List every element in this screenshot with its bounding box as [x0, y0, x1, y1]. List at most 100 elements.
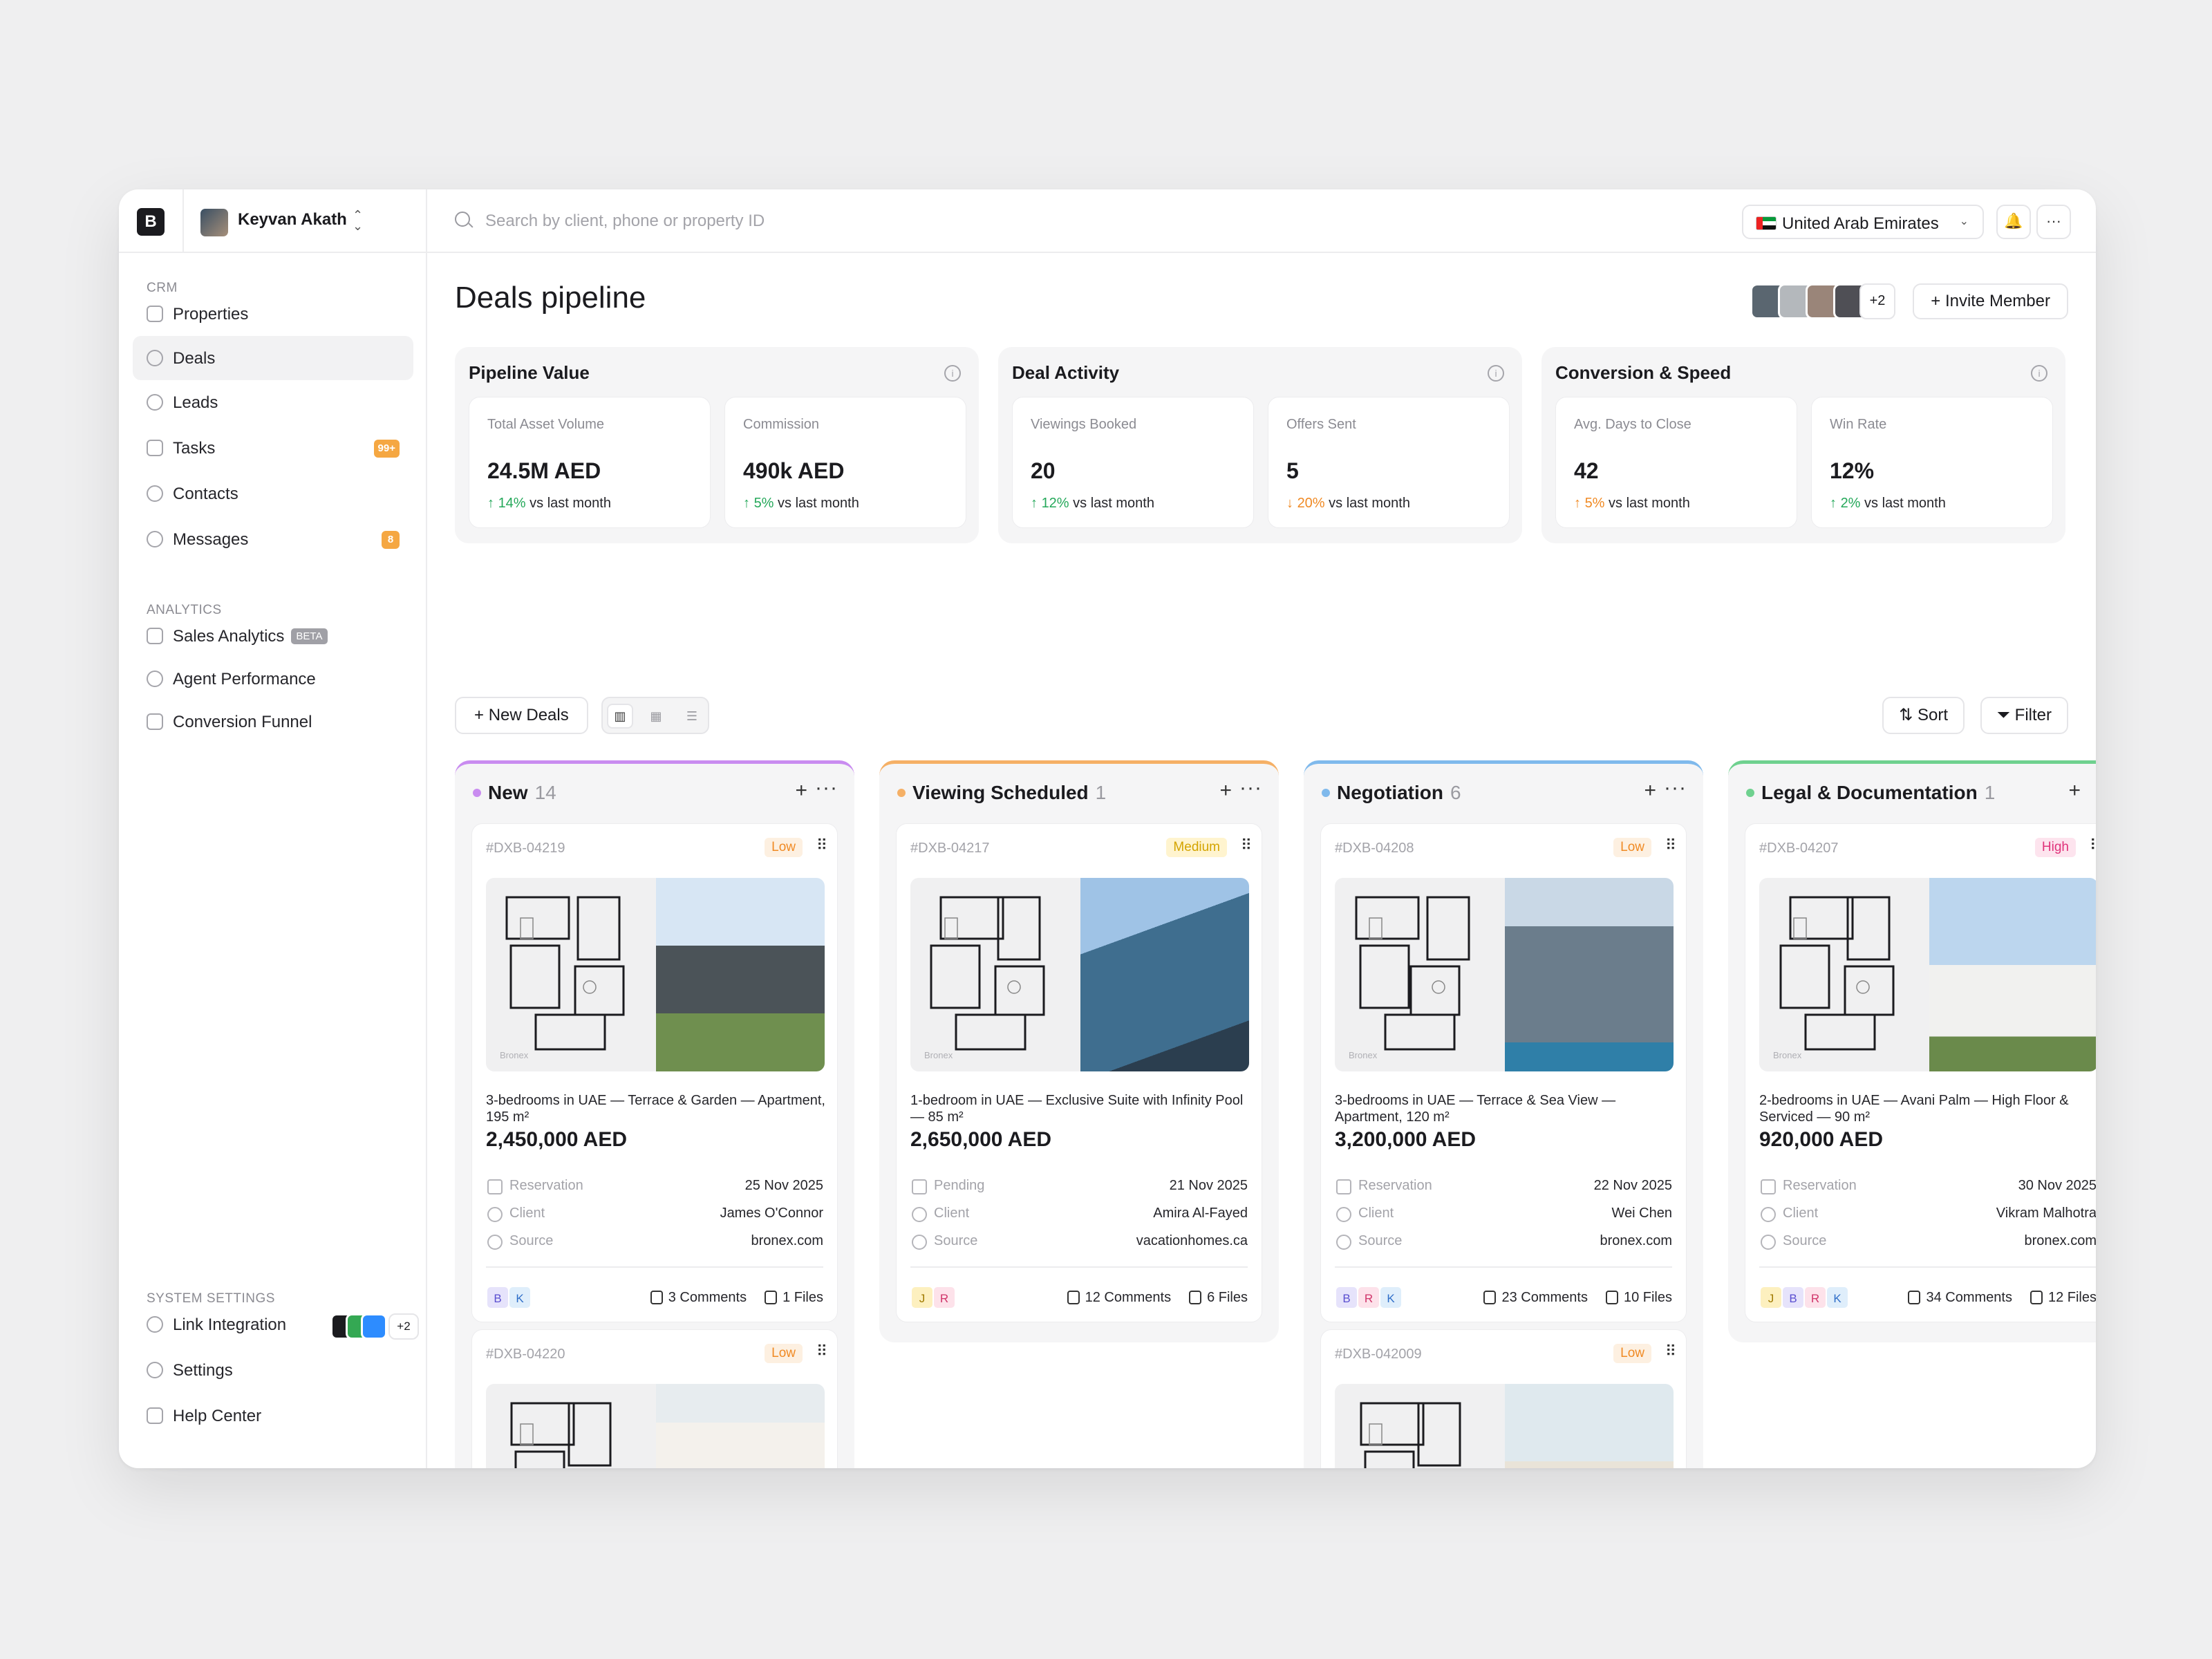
- calendar-icon: Pending: [910, 1178, 984, 1194]
- country-select[interactable]: United Arab Emirates ⌄: [1742, 205, 1984, 239]
- app-logo[interactable]: B: [137, 208, 165, 236]
- kanban-view-icon[interactable]: ▥: [607, 704, 633, 729]
- integration-icons[interactable]: +2: [330, 1313, 422, 1340]
- files-link[interactable]: 1 Files: [765, 1290, 823, 1305]
- status-dot: [1322, 789, 1330, 797]
- deal-card[interactable]: #DXB-04207 High ⠿ Bronex 2-bedrooms in U…: [1745, 823, 2096, 1322]
- sidebar-item-properties[interactable]: Properties: [133, 292, 413, 336]
- sidebar-item-settings[interactable]: Settings: [133, 1348, 413, 1392]
- status-dot: [1746, 789, 1754, 797]
- arrow-up-icon: ↑: [743, 496, 754, 511]
- deal-card[interactable]: #DXB-04208 Low ⠿ Bronex 3-bedrooms in UA…: [1320, 823, 1687, 1322]
- column-menu-icon[interactable]: ···: [1239, 776, 1262, 800]
- column-header: New 14 + ···: [470, 776, 841, 807]
- sidebar-item-conversion-funnel[interactable]: Conversion Funnel: [133, 700, 413, 744]
- column-title: Viewing Scheduled: [912, 782, 1089, 803]
- deal-title: 2-bedrooms in UAE — Avani Palm — High Fl…: [1759, 1093, 2069, 1125]
- chat-icon: [147, 531, 163, 547]
- add-deal-icon[interactable]: +: [1219, 779, 1232, 803]
- globe-icon: Source: [1759, 1233, 1826, 1250]
- user-avatar[interactable]: [200, 209, 228, 236]
- avatar: J: [1759, 1286, 1783, 1309]
- deal-client-row: Client James O'Connor: [486, 1206, 823, 1226]
- floorplan-image: [510, 1402, 612, 1468]
- column-title: New: [488, 782, 528, 803]
- avatar: R: [1803, 1286, 1827, 1309]
- sidebar-item-sales-analytics[interactable]: Sales Analytics BETA: [133, 614, 413, 658]
- notifications-button[interactable]: 🔔: [1996, 205, 2031, 239]
- calendar-icon: Reservation: [1759, 1178, 1857, 1194]
- drag-handle-icon[interactable]: ⠿: [816, 1342, 827, 1360]
- files-link[interactable]: 12 Files: [2030, 1290, 2096, 1305]
- floorplan-image: [505, 896, 625, 1051]
- info-icon[interactable]: i: [944, 365, 961, 382]
- deal-media: Bronex: [486, 878, 825, 1071]
- column-menu-icon[interactable]: ···: [1664, 776, 1687, 800]
- search-input[interactable]: [485, 205, 1107, 238]
- files-link[interactable]: 10 Files: [1605, 1290, 1672, 1305]
- sidebar-item-help-center[interactable]: Help Center: [133, 1394, 413, 1438]
- floorplan-image: [1779, 896, 1895, 1051]
- arrow-up-icon: ↑: [1031, 496, 1042, 511]
- sidebar-item-agent-performance[interactable]: Agent Performance: [133, 657, 413, 701]
- sidebar-item-messages[interactable]: Messages 8: [133, 517, 413, 561]
- more-button[interactable]: ···: [2036, 205, 2071, 239]
- info-icon[interactable]: i: [1488, 365, 1504, 382]
- column-title: Legal & Documentation: [1761, 782, 1978, 803]
- comments-link[interactable]: 23 Comments: [1483, 1290, 1588, 1305]
- link-icon: [147, 1316, 163, 1333]
- deal-id: #DXB-04217: [910, 841, 990, 856]
- globe-icon: Source: [910, 1233, 977, 1250]
- sidebar-item-contacts[interactable]: Contacts: [133, 471, 413, 516]
- comments-link[interactable]: 3 Comments: [650, 1290, 747, 1305]
- drag-handle-icon[interactable]: ⠿: [2090, 836, 2096, 854]
- column-menu-icon[interactable]: ···: [815, 776, 838, 800]
- sidebar-item-leads[interactable]: Leads: [133, 380, 413, 424]
- app-window: B Keyvan Akath ⌃ ⌄ CRM Properties Deals L…: [119, 189, 2096, 1468]
- chevron-updown-icon[interactable]: ⌃ ⌄: [353, 209, 363, 232]
- arrow-up-icon: ↑: [487, 496, 498, 511]
- comments-link[interactable]: 34 Comments: [1908, 1290, 2012, 1305]
- home-icon: [147, 306, 163, 322]
- deal-footer: JBRK 34 Comments 12 Files: [1759, 1286, 2096, 1311]
- column-count: 6: [1450, 782, 1461, 803]
- deal-title: 1-bedroom in UAE — Exclusive Suite with …: [910, 1093, 1244, 1125]
- list-view-icon[interactable]: ☰: [679, 704, 705, 729]
- deal-card[interactable]: #DXB-04219 Low ⠿ Bronex 3-bedrooms in UA…: [471, 823, 838, 1322]
- deal-media: Bronex: [486, 1384, 825, 1468]
- deal-card[interactable]: #DXB-042009 Low ⠿ Bronex: [1320, 1329, 1687, 1468]
- table-view-icon[interactable]: ▦: [643, 704, 669, 729]
- deal-card[interactable]: #DXB-04217 Medium ⠿ Bronex 1-bedroom in …: [896, 823, 1262, 1322]
- add-deal-icon[interactable]: +: [1644, 779, 1656, 803]
- floorplan-image: [1360, 1402, 1461, 1468]
- drag-handle-icon[interactable]: ⠿: [1665, 1342, 1676, 1360]
- floorplan: Bronex: [910, 878, 1080, 1071]
- deal-status-row: Reservation 30 Nov 2025: [1759, 1178, 2096, 1199]
- sidebar-item-link-integration[interactable]: Link Integration +2: [133, 1302, 419, 1347]
- invite-member-button[interactable]: + Invite Member: [1913, 283, 2068, 319]
- drag-handle-icon[interactable]: ⠿: [1665, 836, 1676, 854]
- filter-button[interactable]: ⏷ Filter: [1980, 697, 2068, 734]
- team-avatars[interactable]: +2: [1750, 283, 1895, 319]
- new-deals-button[interactable]: + New Deals: [455, 697, 588, 734]
- user-name[interactable]: Keyvan Akath: [238, 210, 347, 229]
- add-deal-icon[interactable]: +: [2068, 779, 2081, 803]
- team-more[interactable]: +2: [1859, 283, 1895, 319]
- calendar-icon: Reservation: [1335, 1178, 1432, 1194]
- files-link[interactable]: 6 Files: [1189, 1290, 1248, 1305]
- avatar: K: [1826, 1286, 1849, 1309]
- drag-handle-icon[interactable]: ⠿: [816, 836, 827, 854]
- sort-button[interactable]: ⇅ Sort: [1882, 697, 1965, 734]
- integrations-more[interactable]: +2: [388, 1313, 419, 1340]
- sidebar-item-deals[interactable]: Deals: [133, 336, 413, 380]
- floorplan: Bronex: [1759, 878, 1929, 1071]
- deal-card[interactable]: #DXB-04220 Low ⠿ Bronex: [471, 1329, 838, 1468]
- avatar: B: [1781, 1286, 1805, 1309]
- add-deal-icon[interactable]: +: [795, 779, 807, 803]
- comments-link[interactable]: 12 Comments: [1067, 1290, 1171, 1305]
- comment-icon: [1067, 1291, 1080, 1304]
- sidebar-item-tasks[interactable]: Tasks 99+: [133, 426, 413, 470]
- chart-icon: [147, 628, 163, 644]
- drag-handle-icon[interactable]: ⠿: [1241, 836, 1252, 854]
- info-icon[interactable]: i: [2031, 365, 2047, 382]
